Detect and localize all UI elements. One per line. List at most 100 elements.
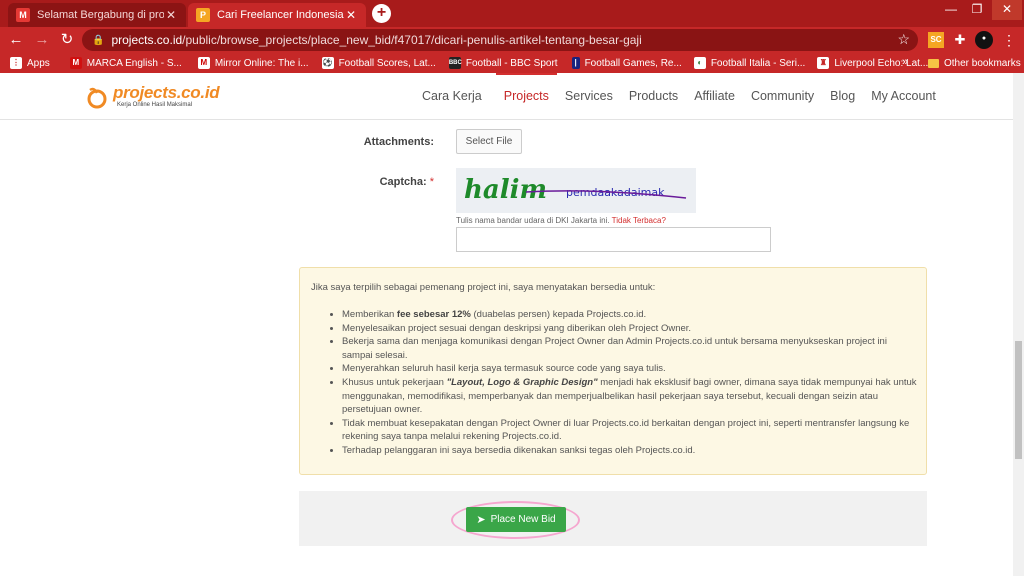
url-host: projects.co.id [111,33,183,47]
bookmark-football-games[interactable]: | Football Games, Re... [571,57,682,69]
folder-icon [928,58,939,68]
captcha-hint-text: Tulis nama bandar udara di DKI Jakarta i… [456,216,610,225]
terms-notice: Jika saya terpilih sebagai pemenang proj… [299,267,927,475]
profile-avatar[interactable]: ● [975,31,993,49]
terms-text: Bekerja sama dan menjaga komunikasi deng… [342,336,887,361]
captcha-input[interactable] [456,227,771,252]
site-header: projects.co.id Kerja Online Hasil Maksim… [0,73,1024,120]
other-bookmarks-label: Other bookmarks [944,57,1021,69]
apps-icon: ⋮ [10,57,22,69]
window-minimize-button[interactable]: — [938,0,964,20]
place-new-bid-label: Place New Bid [490,514,556,525]
terms-emphasis: "Layout, Logo & Graphic Design" [446,376,598,388]
lock-icon: 🔒 [92,34,105,46]
new-tab-button[interactable]: + [372,4,391,23]
bookmark-label: MARCA English - S... [86,57,182,69]
captcha-hint: Tulis nama bandar udara di DKI Jakarta i… [456,216,666,225]
more-bookmarks-chevron-icon[interactable]: » [902,56,908,68]
scrollbar-thumb[interactable] [1015,341,1022,459]
extensions-puzzle-icon[interactable]: ✚ [952,32,968,48]
terms-text: (duabelas persen) kepada Projects.co.id. [470,309,647,320]
projects-icon: P [196,8,210,22]
bookmark-football-scores[interactable]: ⚽ Football Scores, Lat... [321,57,436,69]
tab-title: Cari Freelancer Indonesia dan Pekerjaan [217,9,344,21]
captcha-image: halim pemdaakadaimak [456,168,696,213]
nav-products[interactable]: Products [621,73,686,119]
captcha-refresh-link[interactable]: Tidak Terbaca? [612,216,666,225]
logo-text: projects.co.id [113,83,220,102]
forward-arrow-icon[interactable]: → [32,30,52,50]
bookmark-apps[interactable]: ⋮ Apps [10,57,50,69]
terms-intro: Jika saya terpilih sebagai pemenang proj… [311,282,656,293]
site-logo[interactable]: projects.co.id Kerja Online Hasil Maksim… [85,83,235,113]
bookmark-marca[interactable]: M MARCA English - S... [69,57,182,69]
terms-item: Memberikan fee sebesar 12% (duabelas per… [342,308,918,322]
terms-item: Menyelesaikan project sesuai dengan desk… [342,322,918,336]
football-games-icon: | [571,57,580,69]
terms-list: Memberikan fee sebesar 12% (duabelas per… [328,308,918,458]
terms-item: Bekerja sama dan menjaga komunikasi deng… [342,335,918,362]
bid-action-area [299,491,927,546]
required-mark: * [429,176,434,188]
bookmark-label: Mirror Online: The i... [214,57,309,69]
browser-tab-projects[interactable]: P Cari Freelancer Indonesia dan Pekerjaa… [188,3,366,27]
terms-text: Khusus untuk pekerjaan [342,376,447,388]
logo-mark-icon [87,87,107,109]
bookmark-football-italia[interactable]: ◐ Football Italia - Seri... [693,57,805,69]
back-arrow-icon[interactable]: ← [6,30,26,50]
browser-toolbar: ← → ↻ 🔒 projects.co.id/public/browse_pro… [0,27,1024,53]
nav-blog[interactable]: Blog [822,73,863,119]
nav-affiliate[interactable]: Affiliate [686,73,743,119]
nav-cara-kerja[interactable]: Cara Kerja [414,73,490,119]
terms-item: Khusus untuk pekerjaan "Layout, Logo & G… [342,376,918,417]
select-file-button[interactable]: Select File [456,129,522,154]
main-nav: Cara Kerja Projects Services Products Af… [414,73,944,119]
terms-item: Menyerahkan seluruh hasil kerja saya ter… [342,362,918,376]
terms-emphasis: fee sebesar 12% [396,309,471,320]
nav-my-account[interactable]: My Account [863,73,944,119]
browser-tabstrip: M Selamat Bergabung di projects.co.id ✕ … [0,0,1024,27]
logo-tagline: Kerja Online Hasil Maksimal [117,102,193,108]
bookmark-label: Apps [27,57,50,69]
terms-text: Memberikan [342,309,397,320]
bookmark-star-icon[interactable]: ☆ [897,31,910,48]
nav-services[interactable]: Services [557,73,621,119]
captcha-label-text: Captcha: [379,176,427,188]
extension-sc-icon[interactable]: SC [928,32,944,48]
window-maximize-button[interactable]: ❐ [964,0,990,20]
other-bookmarks-folder[interactable]: Other bookmarks [928,53,1021,73]
nav-projects[interactable]: Projects [495,73,557,119]
bbc-icon: BBC [448,57,462,69]
nav-community[interactable]: Community [743,73,822,119]
browser-menu-icon[interactable]: ⋮ [1002,32,1016,48]
address-bar[interactable]: 🔒 projects.co.id/public/browse_projects/… [82,29,918,51]
tab-close-icon[interactable]: ✕ [344,8,358,22]
bookmark-label: Football Games, Re... [584,57,682,69]
place-new-bid-button[interactable]: ➤ Place New Bid [466,507,566,532]
terms-text: Terhadap pelanggaran ini saya bersedia d… [342,444,696,456]
url-path: /public/browse_projects/place_new_bid/f4… [182,33,642,47]
captcha-label: Captcha: * [330,176,434,188]
bookmark-label: Football - BBC Sport [465,57,558,69]
mirror-icon: M [197,57,210,69]
reload-icon[interactable]: ↻ [57,30,77,50]
terms-text: Menyelesaikan project sesuai dengan desk… [342,322,692,334]
bookmark-label: Football Scores, Lat... [338,57,436,69]
send-icon: ➤ [476,514,486,526]
bookmark-liverpool-echo[interactable]: ♜ Liverpool Echo: Lat... [817,57,928,69]
football-italia-icon: ◐ [693,57,706,69]
bookmark-bbc[interactable]: BBC Football - BBC Sport [448,57,558,69]
tab-title: Selamat Bergabung di projects.co.id [37,9,164,21]
gmail-icon: M [16,8,30,22]
terms-item: Terhadap pelanggaran ini saya bersedia d… [342,444,918,458]
browser-tab-gmail[interactable]: M Selamat Bergabung di projects.co.id ✕ [8,3,186,27]
captcha-image-drawing: halim pemdaakadaimak [464,175,687,205]
liverpool-icon: ♜ [817,57,830,69]
tab-close-icon[interactable]: ✕ [164,8,178,22]
bookmark-label: Liverpool Echo: Lat... [834,57,929,69]
terms-text: Tidak membuat kesepakatan dengan Project… [342,417,910,443]
terms-item: Tidak membuat kesepakatan dengan Project… [342,417,918,444]
bookmark-mirror[interactable]: M Mirror Online: The i... [197,57,309,69]
window-close-button[interactable]: ✕ [992,0,1022,20]
page-scrollbar[interactable] [1013,73,1024,576]
